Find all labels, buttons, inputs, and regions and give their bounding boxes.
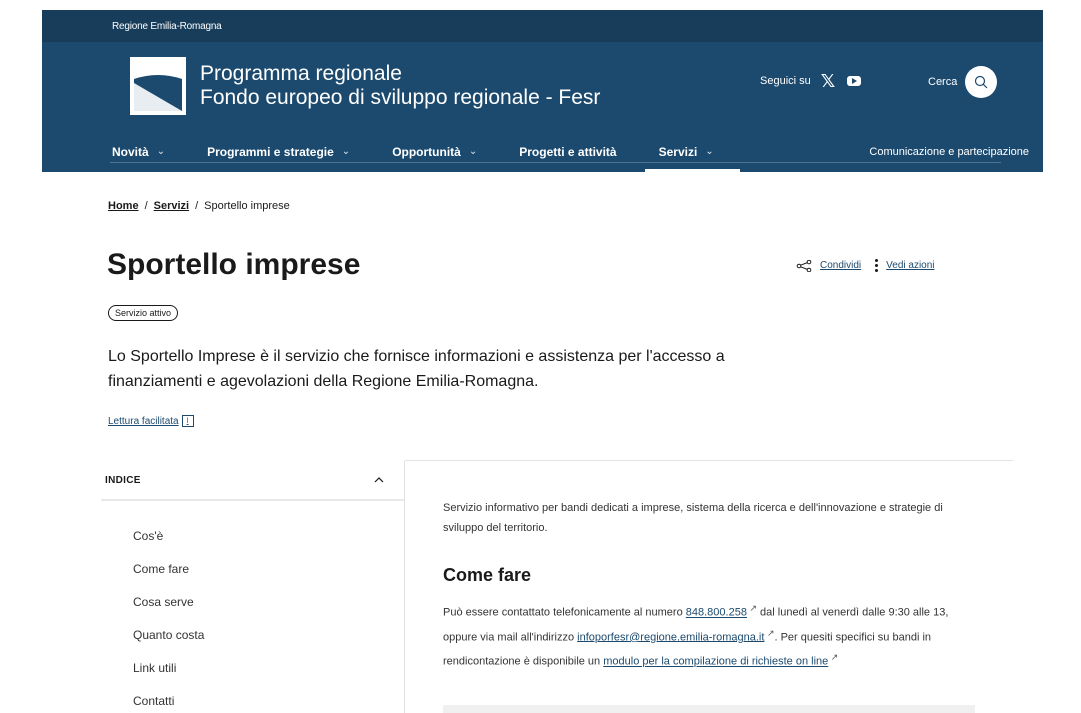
site-title-line2: Fondo europeo di sviluppo regionale - Fe…	[200, 86, 601, 109]
chevron-down-icon: ⌄	[705, 146, 714, 157]
text-run: Può essere contattato telefonicamente al…	[443, 606, 686, 619]
breadcrumb-servizi[interactable]: Servizi	[154, 200, 189, 212]
index-list: Cos'è Come fare Cosa serve Quanto costa …	[101, 529, 404, 713]
nav-item-comunicazione[interactable]: Comunicazione e partecipazione	[869, 131, 1029, 172]
region-topbar: Regione Emilia-Romagna	[42, 10, 1043, 42]
site-title[interactable]: Programma regionale Fondo europeo di svi…	[200, 62, 600, 110]
email-link[interactable]: infoporfesr@regione.emilia-romagna.it	[577, 631, 764, 643]
youtube-icon[interactable]	[847, 76, 862, 86]
nav-item-progetti[interactable]: Progetti e attività	[519, 131, 616, 172]
region-link[interactable]: Regione Emilia-Romagna	[112, 21, 222, 32]
nav-item-servizi[interactable]: Servizi ⌄	[644, 131, 740, 172]
service-intro: Servizio informativo per bandi dedicati …	[443, 502, 943, 534]
x-icon[interactable]: 𝕏	[821, 72, 836, 90]
index-item-cosa-serve[interactable]: Cosa serve	[133, 595, 404, 628]
chevron-up-icon	[374, 477, 384, 483]
nav-item-opportunita[interactable]: Opportunità ⌄	[392, 131, 477, 172]
easy-read-icon: ǀ	[181, 415, 194, 427]
index-item-cos-e[interactable]: Cos'è	[133, 529, 404, 562]
nav-label: Progetti e attività	[519, 144, 617, 159]
nav-label: Novità	[112, 144, 149, 159]
form-link[interactable]: modulo per la compilazione di richieste …	[603, 656, 828, 668]
easy-read-label: Lettura facilitata	[108, 415, 179, 427]
contact-paragraph: Può essere contattato telefonicamente al…	[443, 598, 983, 672]
follow-label: Seguici su	[760, 75, 811, 87]
status-badge: Servizio attivo	[108, 305, 179, 321]
nav-label: Comunicazione e partecipazione	[869, 145, 1029, 158]
share-link[interactable]: Condividi	[820, 260, 861, 271]
easy-read-link[interactable]: Lettura facilitata ǀ	[108, 415, 194, 427]
breadcrumb-current: Sportello imprese	[204, 200, 290, 212]
brand-row: Programma regionale Fondo europeo di svi…	[42, 42, 1043, 163]
nav-label: Programmi e strategie	[207, 144, 334, 159]
main-content: Servizio informativo per bandi dedicati …	[443, 498, 983, 672]
external-link-icon: ↗	[746, 603, 757, 613]
site-title-line1: Programma regionale	[200, 62, 402, 85]
lead-text: Lo Sportello Imprese è il servizio che f…	[108, 348, 725, 390]
site-header: Regione Emilia-Romagna Programma regiona…	[42, 10, 1043, 172]
breadcrumb-separator: /	[144, 200, 148, 212]
breadcrumb-separator: /	[195, 200, 199, 212]
breadcrumb-home[interactable]: Home	[108, 200, 139, 212]
external-link-icon: ↗	[828, 652, 839, 663]
index-item-link-utili[interactable]: Link utili	[133, 661, 404, 694]
nav-item-novita[interactable]: Novità ⌄	[112, 131, 165, 172]
section-title: Come fare	[443, 565, 532, 585]
index-toggle[interactable]: INDICE	[101, 461, 404, 501]
external-link-icon: ↗	[764, 627, 775, 638]
social-links: Seguici su 𝕏	[760, 72, 862, 90]
region-logo[interactable]	[130, 57, 186, 115]
search-area: Cerca	[928, 66, 998, 98]
phone-link[interactable]: 848.800.258	[686, 607, 747, 619]
search-button[interactable]	[965, 66, 998, 98]
index-item-quanto-costa[interactable]: Quanto costa	[133, 628, 404, 661]
nav-label: Opportunità	[392, 144, 461, 159]
index-item-contatti[interactable]: Contatti	[133, 694, 404, 713]
actions-link[interactable]: Vedi azioni	[886, 260, 934, 271]
info-box	[443, 705, 975, 713]
index-heading: INDICE	[105, 474, 141, 486]
main-nav: Novità ⌄ Programmi e strategie ⌄ Opportu…	[112, 131, 1043, 172]
nav-item-programmi[interactable]: Programmi e strategie ⌄	[207, 131, 350, 172]
breadcrumb: Home / Servizi / Sportello imprese	[108, 200, 290, 212]
chevron-down-icon: ⌄	[468, 146, 478, 157]
page-actions: Condividi Vedi azioni	[796, 259, 935, 272]
index-item-come-fare[interactable]: Come fare	[133, 562, 404, 595]
search-label: Cerca	[928, 76, 958, 88]
chevron-down-icon: ⌄	[341, 146, 351, 157]
more-actions-icon[interactable]	[875, 259, 879, 272]
content-divider	[405, 460, 1013, 461]
search-icon	[975, 75, 988, 89]
share-icon	[796, 259, 812, 272]
chevron-down-icon: ⌄	[156, 146, 166, 157]
nav-label: Servizi	[658, 144, 698, 159]
page-title: Sportello imprese	[107, 248, 361, 281]
index-sidebar: INDICE Cos'è Come fare Cosa serve Quanto…	[101, 461, 405, 713]
